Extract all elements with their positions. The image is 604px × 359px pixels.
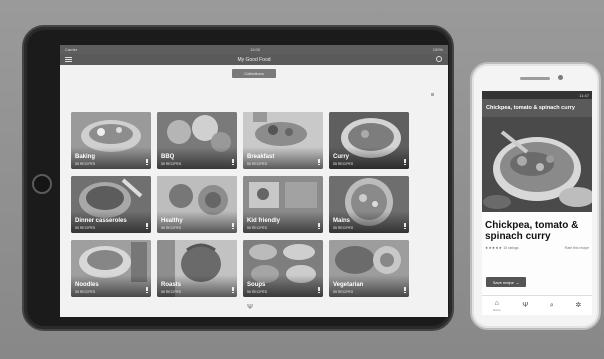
tablet-home-button[interactable]: [32, 174, 52, 194]
nav-item[interactable]: Ψ: [522, 302, 528, 310]
category-card[interactable]: Curry 55 RECIPES: [329, 112, 409, 169]
category-name: Baking: [75, 154, 96, 160]
phone-camera: [558, 75, 563, 80]
phone-speaker: [520, 77, 550, 80]
more-options-icon[interactable]: [146, 287, 148, 294]
tablet-device: Carrier 12:00 100% My Good Food Collecti…: [22, 25, 454, 331]
category-card[interactable]: Mains 55 RECIPES: [329, 176, 409, 233]
category-card[interactable]: Vegetarian 55 RECIPES: [329, 240, 409, 297]
save-recipe-label: Save recipe: [492, 279, 514, 285]
recipe-title-bar: Chickpea, tomato & spinach curry: [486, 105, 575, 111]
more-options-icon[interactable]: [404, 159, 406, 166]
more-options-icon[interactable]: [232, 287, 234, 294]
category-count: 55 RECIPES: [247, 290, 268, 294]
category-count: 55 RECIPES: [333, 290, 354, 294]
category-card[interactable]: Dinner casseroles 55 RECIPES: [71, 176, 151, 233]
recipe-meta: ★★★★★ 15 ratings Rate this recipe: [482, 244, 592, 252]
category-count: 55 RECIPES: [75, 290, 96, 294]
category-card[interactable]: Soups 55 RECIPES: [243, 240, 323, 297]
category-name: Dinner casseroles: [75, 218, 127, 224]
category-name: Mains: [333, 218, 351, 224]
category-name: Breakfast: [247, 154, 275, 160]
category-card[interactable]: Healthy 55 RECIPES: [157, 176, 237, 233]
grid-icon: [431, 92, 434, 96]
more-options-icon[interactable]: [232, 159, 234, 166]
home-icon: ⌂: [494, 299, 499, 307]
more-options-icon[interactable]: [404, 287, 406, 294]
more-options-icon[interactable]: [232, 223, 234, 230]
category-name: Healthy: [161, 218, 183, 224]
category-count: 55 RECIPES: [333, 226, 354, 230]
phone-bottom-nav: ⌂ Home Ψ ⌕ ✲: [482, 295, 592, 315]
category-count: 55 RECIPES: [333, 162, 354, 166]
settings-icon[interactable]: [436, 56, 442, 62]
category-name: BBQ: [161, 154, 175, 160]
category-card[interactable]: Kid friendly 55 RECIPES: [243, 176, 323, 233]
list-header: [60, 89, 448, 99]
nav-item[interactable]: ✲: [575, 302, 581, 310]
phone-status-bar: 11:47: [482, 91, 592, 99]
ratings-count: 15 ratings: [503, 246, 519, 250]
fork-knife-icon[interactable]: Ψ: [244, 303, 256, 313]
category-card[interactable]: Roasts 55 RECIPES: [157, 240, 237, 297]
more-options-icon[interactable]: [318, 287, 320, 294]
recipe-heading: Chickpea, tomato & spinach curry: [485, 220, 579, 242]
tabs-row: Collections: [60, 65, 448, 81]
category-count: 55 RECIPES: [75, 226, 96, 230]
more-options-icon[interactable]: [146, 223, 148, 230]
category-name: Roasts: [161, 282, 182, 288]
phone-status-time: 11:47: [579, 92, 589, 98]
category-count: 55 RECIPES: [247, 162, 268, 166]
category-name: Vegetarian: [333, 282, 364, 288]
category-card[interactable]: Noodles 55 RECIPES: [71, 240, 151, 297]
phone-device: 11:47 Chickpea, tomato & spinach curry C…: [470, 62, 601, 330]
chevron-down-icon: ⌄: [515, 279, 520, 285]
more-options-icon[interactable]: [318, 223, 320, 230]
rate-recipe-link[interactable]: Rate this recipe: [565, 246, 589, 250]
category-name: Soups: [247, 282, 266, 288]
carrier-label: Carrier: [65, 47, 78, 52]
category-card[interactable]: BBQ 55 RECIPES: [157, 112, 237, 169]
status-time: 12:00: [249, 47, 260, 52]
tablet-screen: Carrier 12:00 100% My Good Food Collecti…: [60, 45, 448, 317]
more-options-icon[interactable]: [404, 223, 406, 230]
tab-left[interactable]: [202, 72, 214, 74]
category-name: Curry: [333, 154, 350, 160]
category-name: Noodles: [75, 282, 99, 288]
more-options-icon[interactable]: [318, 159, 320, 166]
save-recipe-button[interactable]: Save recipe ⌄: [486, 277, 526, 287]
battery-label: 100%: [432, 47, 443, 52]
tablet-status-bar: Carrier 12:00 100%: [60, 45, 448, 54]
category-name: Kid friendly: [247, 218, 281, 224]
tablet-app-bar: My Good Food: [60, 54, 448, 65]
gear-icon: ✲: [575, 301, 582, 309]
category-card[interactable]: Baking 55 RECIPES: [71, 112, 151, 169]
recipe-photo: [482, 117, 592, 212]
category-count: 55 RECIPES: [161, 290, 182, 294]
nav-item[interactable]: ⌕: [550, 302, 554, 310]
category-card[interactable]: Breakfast 55 RECIPES: [243, 112, 323, 169]
fork-knife-icon: Ψ: [522, 301, 529, 309]
tab-right[interactable]: [294, 72, 306, 74]
phone-app-bar: Chickpea, tomato & spinach curry: [482, 99, 592, 117]
phone-screen: 11:47 Chickpea, tomato & spinach curry C…: [482, 91, 592, 315]
app-title: My Good Food: [237, 56, 271, 63]
category-count: 55 RECIPES: [161, 162, 182, 166]
nav-label: Home: [492, 307, 501, 312]
tab-collections[interactable]: Collections: [232, 68, 276, 78]
category-count: 55 RECIPES: [247, 226, 268, 230]
menu-icon[interactable]: [65, 56, 72, 63]
view-toggle[interactable]: [431, 92, 436, 96]
rating-stars[interactable]: ★★★★★: [485, 246, 502, 250]
more-options-icon[interactable]: [146, 159, 148, 166]
collections-grid: Baking 55 RECIPES BBQ 55 RECIPES Breakfast 55…: [71, 112, 409, 317]
category-count: 55 RECIPES: [75, 162, 96, 166]
search-icon: ⌕: [549, 301, 554, 309]
category-count: 55 RECIPES: [161, 226, 182, 230]
nav-item[interactable]: ⌂ Home: [493, 300, 501, 312]
